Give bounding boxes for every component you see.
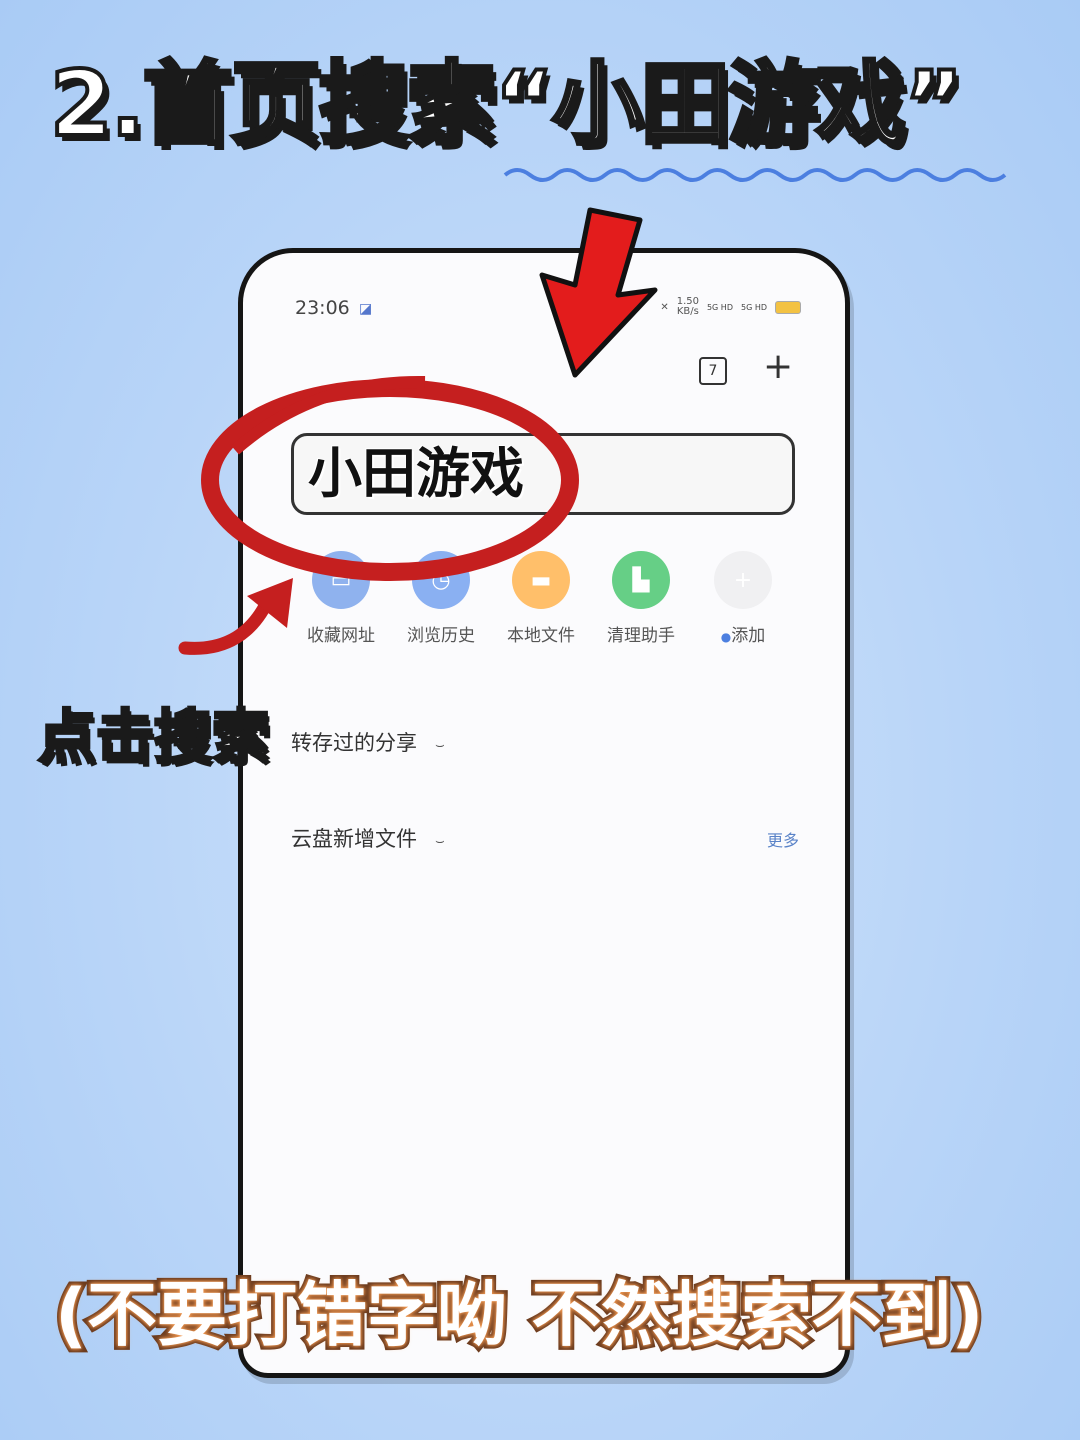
red-highlight-circle [201,375,579,581]
eye-closed-icon[interactable]: ⌣ [435,736,445,754]
eye-closed-icon[interactable]: ⌣ [435,832,445,850]
more-link[interactable]: 更多 [767,827,799,851]
silent-icon: ✕ [660,301,669,313]
section-new-cloud-files[interactable]: 云盘新增文件 ⌣ [291,823,445,853]
red-curved-arrow [178,578,293,655]
battery-icon [775,300,801,314]
footer-note: (不要打错字呦 不然搜索不到) [51,1270,987,1360]
signal-2: 5G HD [740,302,767,312]
broom-icon: ▙ [612,551,670,609]
quick-action-cleaner[interactable]: ▙ 清理助手 [601,551,681,646]
side-label: 点击搜索 [36,702,271,773]
notification-icon: ◪ [359,301,373,317]
quick-action-add[interactable]: + ●添加 [703,551,783,646]
squiggle-underline [503,168,1007,182]
red-down-arrow [539,207,658,378]
net-speed: 1.50 KB/s [676,296,699,317]
plus-icon: + [714,551,772,609]
new-tab-button[interactable]: + [763,349,793,385]
section-saved-shares[interactable]: 转存过的分享 ⌣ [291,727,445,757]
status-time: 23:06 [295,297,350,319]
tab-count-button[interactable]: 7 [699,357,727,385]
signal-1: 5G HD [706,302,733,312]
headline-title: 2.首页搜索“小田游戏” [48,50,965,159]
status-bar-right: ✕ 1.50 KB/s 5G HD 5G HD [660,297,801,317]
